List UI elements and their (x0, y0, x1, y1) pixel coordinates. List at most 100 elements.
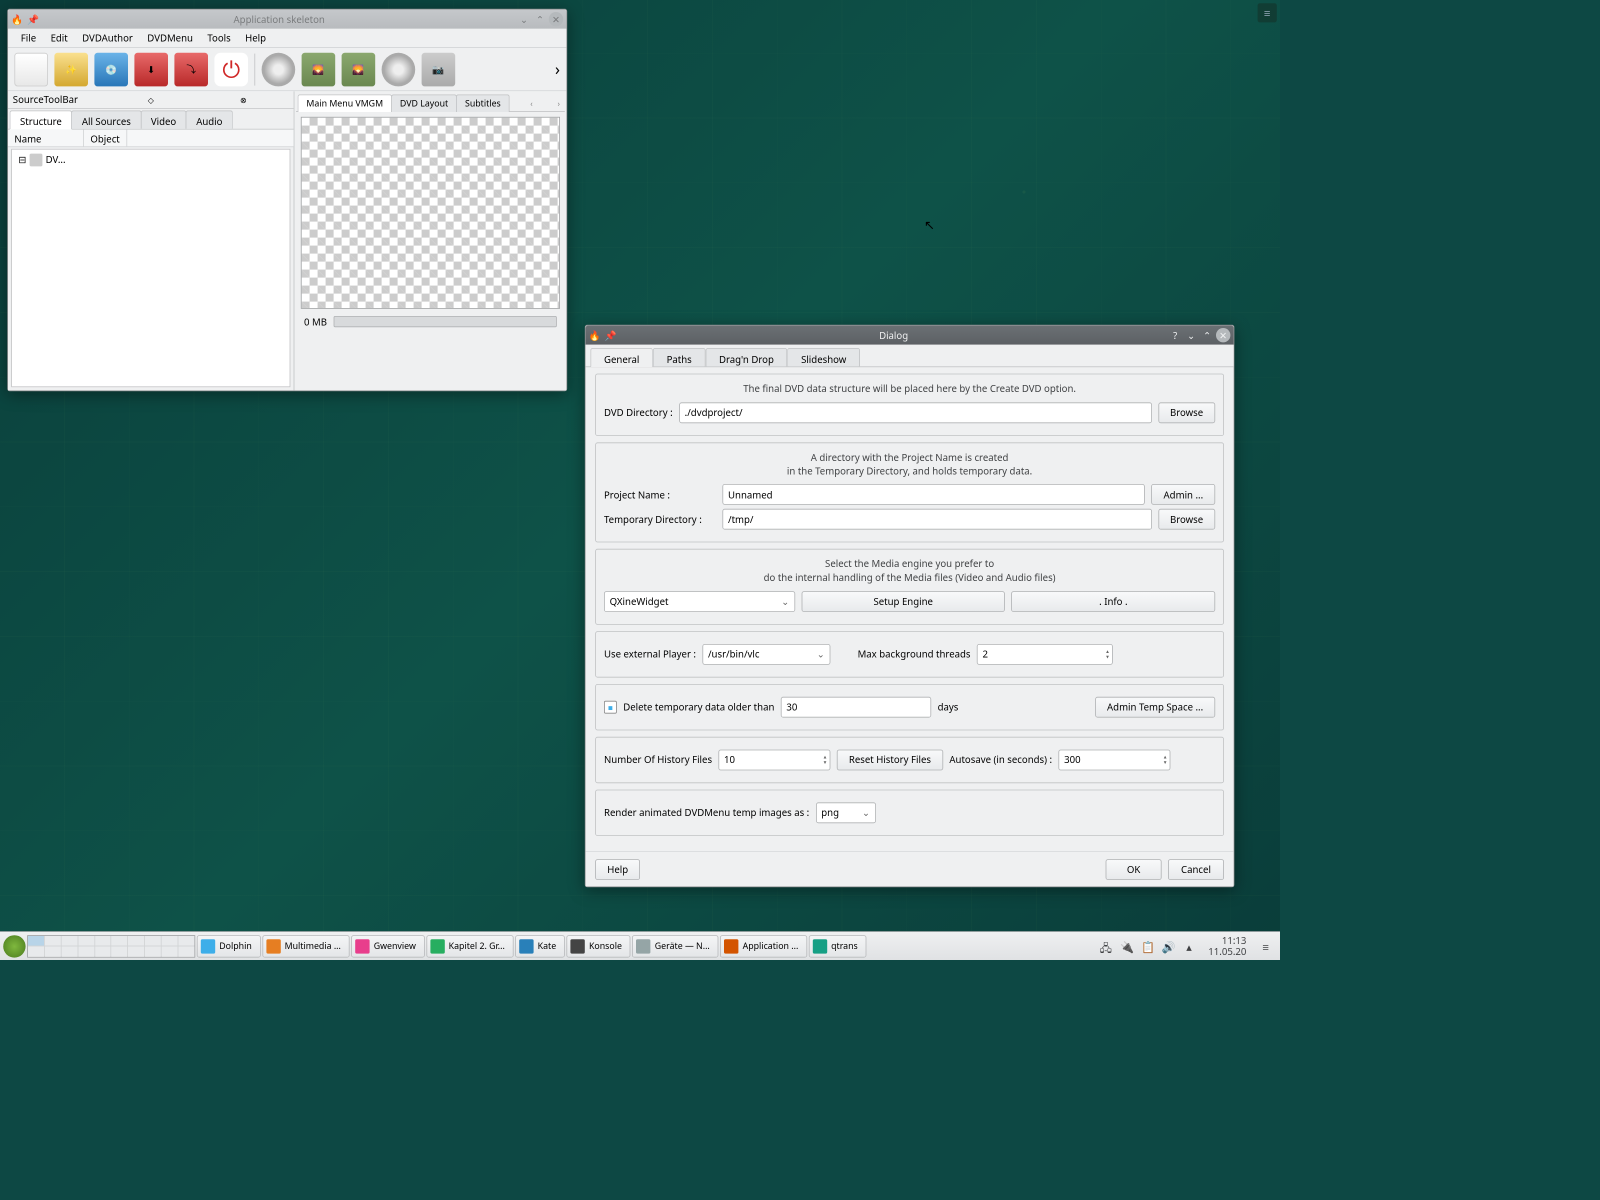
history-label: Number Of History Files (604, 753, 712, 767)
engine-info-button[interactable]: . Info . (1011, 591, 1215, 612)
start-button[interactable] (3, 935, 25, 957)
tray-usb-icon[interactable]: 🔌 (1120, 940, 1133, 953)
download-icon[interactable]: ⬇ (134, 52, 168, 86)
tab-nav-left-icon[interactable]: ‹ (527, 97, 536, 108)
ok-button[interactable]: OK (1106, 859, 1162, 880)
close-button[interactable]: ✕ (549, 12, 563, 26)
app-icon: 🔥 (11, 13, 24, 26)
project-admin-button[interactable]: Admin ... (1152, 484, 1216, 505)
task-gwenview[interactable]: Gwenview (351, 935, 424, 957)
tab-nav-right-icon[interactable]: › (554, 97, 563, 108)
photo2-icon[interactable]: 🌄 (342, 52, 376, 86)
menu-help[interactable]: Help (239, 29, 273, 47)
tab-general[interactable]: General (590, 348, 653, 367)
tree-item-label: DV... (46, 153, 66, 167)
delete-old-days-input[interactable] (781, 697, 931, 718)
source-panel-header: SourceToolBar ◇ ⊗ (8, 91, 294, 109)
tab-all-sources[interactable]: All Sources (71, 110, 141, 128)
photo1-icon[interactable]: 🌄 (302, 52, 336, 86)
size-progress (333, 316, 556, 327)
menu-canvas[interactable] (301, 117, 560, 309)
desktop-pager[interactable] (27, 935, 195, 957)
dialog-titlebar[interactable]: 🔥 📌 Dialog ? ⌄ ⌃ ✕ (586, 326, 1234, 345)
task-dolphin[interactable]: Dolphin (197, 935, 261, 957)
task-qtrans[interactable]: qtrans (809, 935, 867, 957)
tray-clipboard-icon[interactable]: 📋 (1141, 940, 1154, 953)
temp-dir-browse-button[interactable]: Browse (1158, 509, 1215, 530)
system-tray: 🖧 🔌 📋 🔊 ▴ 11:13 11.05.20 ≡ (1095, 935, 1277, 956)
admin-temp-button[interactable]: Admin Temp Space ... (1095, 697, 1215, 718)
tree-expand-icon[interactable]: ⊟ (18, 153, 26, 167)
menu-dvdmenu[interactable]: DVDMenu (141, 29, 199, 47)
tray-expand-icon[interactable]: ▴ (1183, 940, 1196, 953)
task-kapitel[interactable]: Kapitel 2. Gr... (426, 935, 513, 957)
media-engine-group: Select the Media engine you prefer to do… (595, 549, 1224, 625)
cancel-button[interactable]: Cancel (1168, 859, 1224, 880)
toolbar-overflow-icon[interactable]: › (555, 58, 560, 80)
help-button[interactable]: Help (595, 859, 640, 880)
max-threads-spin[interactable]: 2 (977, 644, 1113, 665)
engine-combo[interactable]: QXineWidget (604, 591, 795, 612)
tree-body[interactable]: ⊟ DV... (11, 149, 290, 387)
power-icon[interactable] (214, 52, 248, 86)
tray-menu-icon[interactable]: ≡ (1259, 940, 1272, 953)
dialog-help-icon[interactable]: ? (1168, 328, 1182, 342)
render-combo[interactable]: png (816, 802, 876, 823)
tab-dragndrop[interactable]: Drag'n Drop (705, 348, 787, 366)
tab-audio[interactable]: Audio (186, 110, 233, 128)
task-konsole[interactable]: Konsole (567, 935, 631, 957)
autosave-spin[interactable]: 300 (1059, 750, 1171, 771)
camera-icon[interactable]: 📷 (422, 52, 456, 86)
import-disc-icon[interactable]: 💿 (94, 52, 128, 86)
menu-dvdauthor[interactable]: DVDAuthor (76, 29, 140, 47)
menubar: File Edit DVDAuthor DVDMenu Tools Help (8, 29, 566, 48)
dialog-minimize-button[interactable]: ⌄ (1184, 328, 1198, 342)
tree-header-object[interactable]: Object (84, 130, 127, 147)
wizard-icon[interactable]: ✨ (54, 52, 88, 86)
dvd-dir-input[interactable] (679, 402, 1152, 423)
task-multimedia[interactable]: Multimedia ... (262, 935, 350, 957)
app-titlebar[interactable]: 🔥 📌 Application skeleton ⌄ ⌃ ✕ (8, 10, 566, 29)
disc2-icon[interactable] (382, 52, 416, 86)
tree-row[interactable]: ⊟ DV... (12, 150, 290, 170)
panel-close-icon[interactable]: ⊗ (198, 94, 289, 105)
tab-paths[interactable]: Paths (653, 348, 705, 366)
menu-edit[interactable]: Edit (44, 29, 74, 47)
new-icon[interactable] (14, 52, 48, 86)
setup-engine-button[interactable]: Setup Engine (801, 591, 1005, 612)
clock[interactable]: 11:13 11.05.20 (1204, 935, 1252, 956)
task-device[interactable]: Geräte — N... (632, 935, 718, 957)
tree-header-name[interactable]: Name (8, 130, 84, 147)
dialog-maximize-button[interactable]: ⌃ (1200, 328, 1214, 342)
tab-main-menu[interactable]: Main Menu VMGM (298, 94, 392, 112)
dvd-dir-browse-button[interactable]: Browse (1158, 402, 1215, 423)
ext-player-combo[interactable]: /usr/bin/vlc (702, 644, 830, 665)
menu-tools[interactable]: Tools (201, 29, 237, 47)
tab-subtitles[interactable]: Subtitles (456, 94, 509, 112)
project-name-input[interactable] (722, 484, 1145, 505)
dialog-pin-icon[interactable]: 📌 (605, 329, 618, 342)
desktop-menu-button[interactable]: ≡ (1258, 3, 1277, 22)
dialog-close-button[interactable]: ✕ (1216, 328, 1230, 342)
reset-history-button[interactable]: Reset History Files (837, 750, 943, 771)
delete-old-checkbox[interactable] (604, 701, 617, 714)
project-group: A directory with the Project Name is cre… (595, 442, 1224, 542)
tab-structure[interactable]: Structure (10, 110, 73, 129)
task-kate[interactable]: Kate (515, 935, 565, 957)
pin-icon[interactable]: 📌 (27, 13, 40, 26)
tray-volume-icon[interactable]: 🔊 (1162, 940, 1175, 953)
minimize-button[interactable]: ⌄ (517, 12, 531, 26)
tab-slideshow[interactable]: Slideshow (787, 348, 859, 366)
tab-video[interactable]: Video (140, 110, 186, 128)
source-panel-title: SourceToolBar (13, 93, 104, 107)
tray-network-icon[interactable]: 🖧 (1100, 940, 1113, 953)
task-application[interactable]: Application ... (720, 935, 807, 957)
download2-icon[interactable]: ⤵ (174, 52, 208, 86)
maximize-button[interactable]: ⌃ (533, 12, 547, 26)
temp-dir-input[interactable] (722, 509, 1151, 530)
disc-icon[interactable] (262, 52, 296, 86)
panel-float-icon[interactable]: ◇ (105, 94, 196, 105)
menu-file[interactable]: File (14, 29, 42, 47)
history-spin[interactable]: 10 (718, 750, 830, 771)
tab-dvd-layout[interactable]: DVD Layout (391, 94, 457, 112)
